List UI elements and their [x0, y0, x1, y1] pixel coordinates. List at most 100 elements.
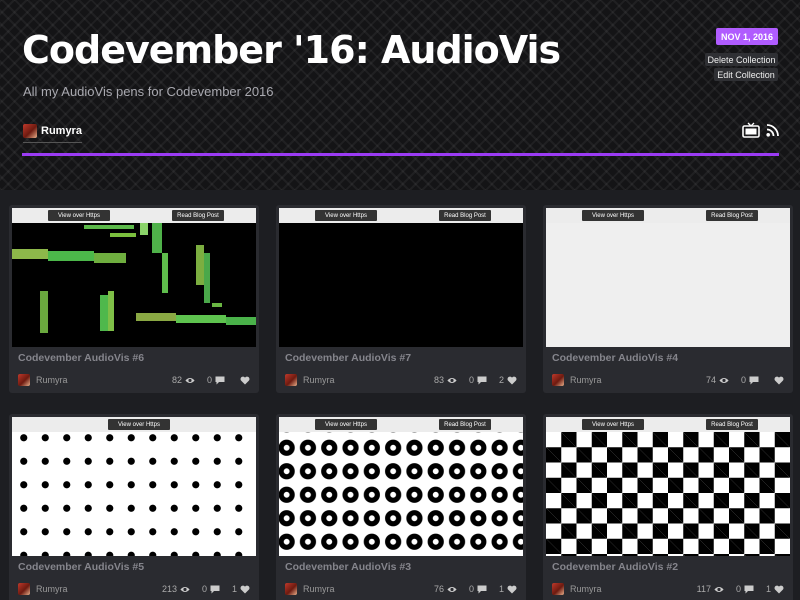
card-footer: Rumyra 74 0: [552, 373, 784, 387]
heart-icon[interactable]: [240, 376, 250, 385]
pen-preview[interactable]: View over Https: [12, 417, 256, 556]
pen-stats: 117 0 1: [697, 584, 784, 594]
pen-author[interactable]: Rumyra: [36, 375, 68, 385]
comment-icon[interactable]: [477, 585, 487, 594]
card-footer: Rumyra 117 0 1: [552, 582, 784, 596]
view-over-https-button[interactable]: View over Https: [108, 419, 170, 430]
pen-stats: 74 0: [706, 375, 784, 385]
view-over-https-button[interactable]: View over Https: [48, 210, 110, 221]
pen-preview[interactable]: View over Https Read Blog Post: [279, 208, 523, 347]
preview-toolbar: View over Https Read Blog Post: [546, 417, 790, 432]
like-count: 1: [231, 584, 237, 594]
view-over-https-button[interactable]: View over Https: [315, 419, 377, 430]
rss-icon[interactable]: [766, 123, 780, 137]
heart-icon[interactable]: [774, 585, 784, 594]
read-blog-post-button[interactable]: Read Blog Post: [706, 419, 758, 430]
card-footer: Rumyra 82 0: [18, 373, 250, 387]
preview-toolbar: View over Https: [12, 417, 256, 432]
card-footer: Rumyra 213 0 1: [18, 582, 250, 596]
pen-preview[interactable]: View over Https Read Blog Post: [12, 208, 256, 347]
pen-title[interactable]: Codevember AudioVis #6: [18, 352, 144, 364]
collection-header: Codevember '16: AudioVis All my AudioVis…: [0, 0, 800, 190]
pen-card[interactable]: View over Https Codevember AudioVis #5 R…: [9, 414, 259, 600]
comment-count: 0: [735, 584, 741, 594]
eye-icon: [185, 377, 195, 383]
pen-title[interactable]: Codevember AudioVis #3: [285, 561, 411, 573]
edit-collection-button[interactable]: Edit Collection: [714, 68, 778, 81]
preview-toolbar: View over Https Read Blog Post: [12, 208, 256, 223]
comment-icon[interactable]: [749, 376, 759, 385]
heart-icon[interactable]: [507, 585, 517, 594]
pen-card[interactable]: View over Https Read Blog Post Codevembe…: [276, 414, 526, 600]
preview-toolbar: View over Https Read Blog Post: [546, 208, 790, 223]
eye-icon: [447, 377, 457, 383]
view-count: 82: [171, 375, 182, 385]
avatar[interactable]: [552, 583, 564, 595]
comment-count: 0: [740, 375, 746, 385]
comment-count: 0: [206, 375, 212, 385]
avatar[interactable]: [18, 374, 30, 386]
delete-collection-button[interactable]: Delete Collection: [705, 53, 778, 66]
visualizer-checkerboard: [546, 432, 790, 556]
accent-divider: [22, 153, 779, 156]
view-over-https-button[interactable]: View over Https: [582, 210, 644, 221]
like-count: 2: [498, 375, 504, 385]
like-count: 1: [498, 584, 504, 594]
visualizer-canvas: [546, 223, 790, 347]
pen-author[interactable]: Rumyra: [570, 375, 602, 385]
avatar[interactable]: [552, 374, 564, 386]
comment-count: 0: [468, 584, 474, 594]
view-over-https-button[interactable]: View over Https: [315, 210, 377, 221]
avatar[interactable]: [285, 583, 297, 595]
eye-icon: [714, 586, 724, 592]
read-blog-post-button[interactable]: Read Blog Post: [439, 419, 491, 430]
pen-author[interactable]: Rumyra: [303, 375, 335, 385]
heart-icon[interactable]: [774, 376, 784, 385]
card-footer: Rumyra 83 0 2: [285, 373, 517, 387]
pen-author[interactable]: Rumyra: [570, 584, 602, 594]
view-over-https-button[interactable]: View over Https: [582, 419, 644, 430]
collection-description: All my AudioVis pens for Codevember 2016: [23, 84, 274, 99]
comment-icon[interactable]: [210, 585, 220, 594]
avatar[interactable]: [18, 583, 30, 595]
pen-stats: 213 0 1: [162, 584, 250, 594]
view-count: 117: [696, 584, 711, 594]
view-count: 76: [433, 584, 444, 594]
pen-preview[interactable]: View over Https Read Blog Post: [546, 208, 790, 347]
heart-icon[interactable]: [240, 585, 250, 594]
preview-toolbar: View over Https Read Blog Post: [279, 417, 523, 432]
pen-title[interactable]: Codevember AudioVis #2: [552, 561, 678, 573]
pen-preview[interactable]: View over Https Read Blog Post: [279, 417, 523, 556]
pen-card[interactable]: View over Https Read Blog Post Codevembe…: [543, 414, 793, 600]
pen-stats: 76 0 1: [434, 584, 517, 594]
comment-icon[interactable]: [477, 376, 487, 385]
pen-card[interactable]: View over Https Read Blog Post Codevembe…: [543, 205, 793, 393]
pen-card[interactable]: View over Https Read Blog Post Codevembe…: [9, 205, 259, 393]
visualizer-bars: [12, 223, 256, 347]
eye-icon: [447, 586, 457, 592]
pen-author[interactable]: Rumyra: [36, 584, 68, 594]
read-blog-post-button[interactable]: Read Blog Post: [439, 210, 491, 221]
owner-link[interactable]: Rumyra: [23, 124, 82, 143]
pen-title[interactable]: Codevember AudioVis #5: [18, 561, 144, 573]
pen-preview[interactable]: View over Https Read Blog Post: [546, 417, 790, 556]
date-badge: NOV 1, 2016: [716, 28, 778, 45]
tv-icon[interactable]: [742, 122, 760, 138]
read-blog-post-button[interactable]: Read Blog Post: [172, 210, 224, 221]
pen-title[interactable]: Codevember AudioVis #7: [285, 352, 411, 364]
eye-icon: [719, 377, 729, 383]
pen-title[interactable]: Codevember AudioVis #4: [552, 352, 678, 364]
avatar: [23, 124, 37, 138]
pen-author[interactable]: Rumyra: [303, 584, 335, 594]
comment-count: 0: [201, 584, 207, 594]
comment-icon[interactable]: [215, 376, 225, 385]
avatar[interactable]: [285, 374, 297, 386]
read-blog-post-button[interactable]: Read Blog Post: [706, 210, 758, 221]
preview-toolbar: View over Https Read Blog Post: [279, 208, 523, 223]
pen-card[interactable]: View over Https Read Blog Post Codevembe…: [276, 205, 526, 393]
heart-icon[interactable]: [507, 376, 517, 385]
pen-stats: 82 0: [172, 375, 250, 385]
visualizer-dots: [12, 432, 256, 556]
visualizer-rings: [279, 432, 523, 556]
comment-icon[interactable]: [744, 585, 754, 594]
